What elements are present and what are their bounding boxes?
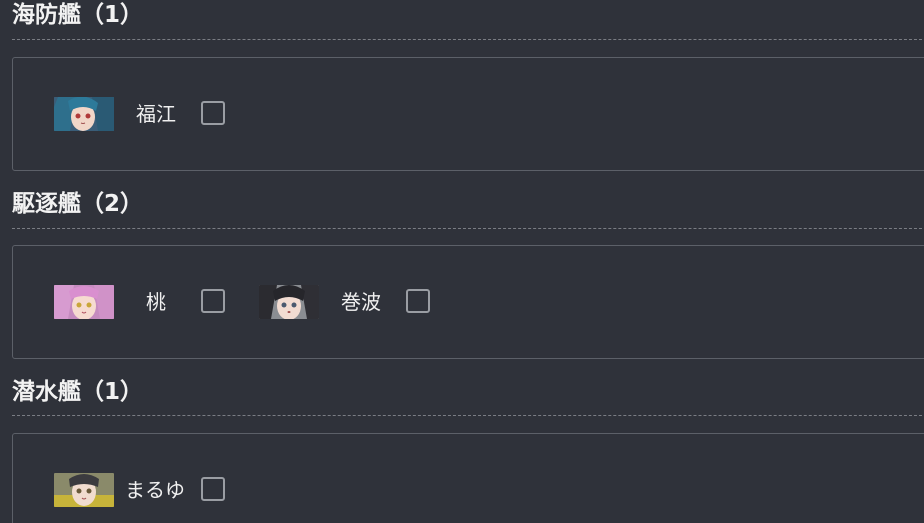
ship-filter-page: 海防艦（1） 福江 駆逐艦（2） 桃 巻波 潜水艦（1） まるゆ bbox=[0, 0, 924, 523]
section-divider bbox=[12, 228, 924, 229]
ship-select-checkbox[interactable] bbox=[201, 101, 225, 125]
section-title-kuchikukan: 駆逐艦（2） bbox=[12, 191, 144, 217]
section-divider bbox=[12, 39, 924, 40]
ship-select-checkbox[interactable] bbox=[406, 289, 430, 313]
makinami-portrait-icon bbox=[259, 285, 319, 319]
section-title-kaibokan: 海防艦（1） bbox=[12, 2, 144, 28]
section-divider bbox=[12, 415, 924, 416]
momo-portrait-icon bbox=[54, 285, 114, 319]
ship-name: 福江 bbox=[136, 102, 176, 126]
ship-select-checkbox[interactable] bbox=[201, 289, 225, 313]
maruyu-portrait-icon bbox=[54, 473, 114, 507]
ship-panel-kuchikukan: 桃 巻波 bbox=[12, 245, 924, 359]
ship-panel-sensuikan: まるゆ bbox=[12, 433, 924, 523]
ship-name: 桃 bbox=[146, 290, 166, 314]
ship-name: まるゆ bbox=[125, 478, 185, 502]
ship-panel-kaibokan: 福江 bbox=[12, 57, 924, 171]
fukae-portrait-icon bbox=[54, 97, 114, 131]
ship-name: 巻波 bbox=[341, 290, 381, 314]
ship-select-checkbox[interactable] bbox=[201, 477, 225, 501]
section-title-sensuikan: 潜水艦（1） bbox=[12, 379, 144, 405]
